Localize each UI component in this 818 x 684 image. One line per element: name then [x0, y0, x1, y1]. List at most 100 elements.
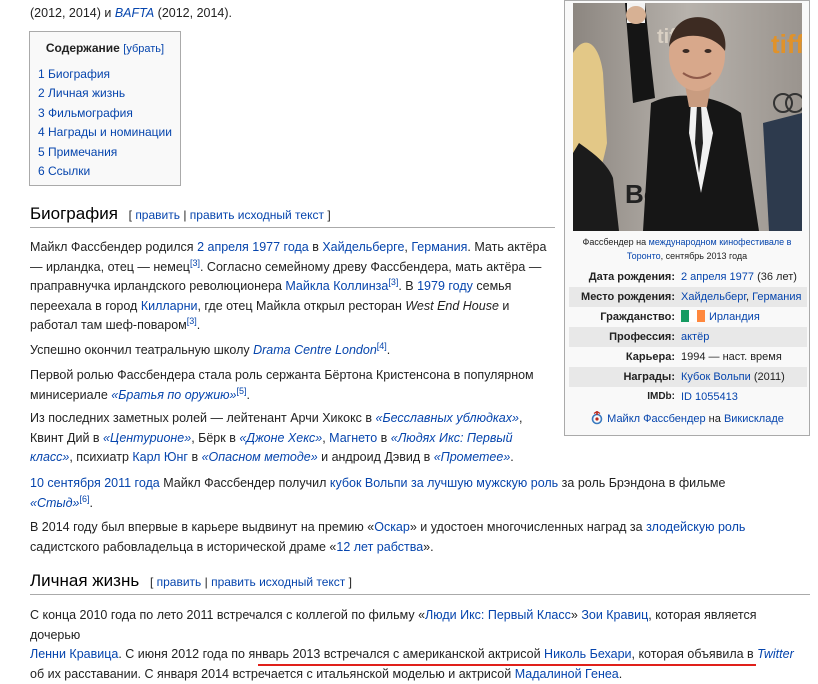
actor-link[interactable]: актёр — [681, 331, 709, 343]
band-of-brothers-link[interactable]: «Братья по оружию» — [111, 388, 236, 402]
toc-item-biography[interactable]: 1 Биография — [38, 65, 172, 84]
infobox-row-birth-place: Место рождения: Хайдельберг, Германия — [569, 287, 807, 307]
jonah-hex-link[interactable]: «Джоне Хекс» — [239, 431, 322, 445]
section-edit-links: [ править | править исходный текст ] — [149, 575, 352, 589]
germany-link[interactable]: Германия — [411, 240, 467, 254]
infobox-row-citizenship: Гражданство: Ирландия — [569, 307, 807, 327]
carl-jung-link[interactable]: Карл Юнг — [132, 450, 188, 464]
toc-hide-toggle[interactable]: [убрать] — [123, 43, 164, 55]
toc-item-notes[interactable]: 5 Примечания — [38, 143, 172, 162]
birth-date-link[interactable]: 2 апреля 1977 — [681, 271, 754, 283]
year-2011-link[interactable]: 2011 года — [104, 476, 160, 490]
michael-collins-link[interactable]: Майкла Коллинза — [285, 279, 388, 293]
killarney-link[interactable]: Килларни — [141, 299, 198, 313]
intro-tail-line: (2012, 2014) и BAFTA (2012, 2014). — [30, 6, 232, 20]
shame-link[interactable]: «Стыд» — [30, 496, 79, 510]
sept-10-link[interactable]: 10 сентября — [30, 476, 101, 490]
villain-role-link[interactable]: злодейскую роль — [646, 520, 745, 534]
oscar-link[interactable]: Оскар — [374, 520, 410, 534]
wikisklad-link[interactable]: Викискладе — [724, 413, 784, 425]
inglourious-basterds-link[interactable]: «Бесславных ублюдках» — [376, 411, 519, 425]
magneto-link[interactable]: Магнето — [329, 431, 377, 445]
biography-paragraph: Из последних заметных ролей — лейтенант … — [30, 411, 523, 465]
zoe-kravitz-link[interactable]: Зои Кравиц — [581, 608, 648, 622]
infobox: tiff. tiff. tiff. Be Фассбендер на между… — [564, 0, 810, 436]
biography-paragraph: Успешно окончил театральную школу Drama … — [30, 340, 391, 357]
biography-paragraph: Первой ролью Фассбендера стала роль серж… — [30, 368, 534, 402]
infobox-label: Профессия: — [569, 327, 679, 347]
lenny-kravitz-link[interactable]: Ленни Кравица — [30, 647, 118, 661]
toc-title: Содержание — [45, 41, 120, 55]
edit-link[interactable]: править — [157, 575, 202, 589]
infobox-label: Гражданство: — [600, 311, 675, 323]
edit-source-link[interactable]: править исходный текст — [211, 575, 345, 589]
commons-person-link[interactable]: Майкл Фассбендер — [607, 413, 705, 425]
birth-year-link[interactable]: 1977 года — [252, 240, 309, 254]
infobox-row-birth-date: Дата рождения: 2 апреля 1977 (36 лет) — [569, 267, 807, 287]
red-underline-annotation — [258, 664, 756, 666]
intro-text: (2012, 2014). — [154, 6, 233, 20]
birth-date-link[interactable]: 2 апреля — [197, 240, 249, 254]
toc-item-filmography[interactable]: 3 Фильмография — [38, 104, 172, 123]
biography-paragraph: Майкл Фассбендер родился 2 апреля 1977 г… — [30, 240, 547, 333]
wikimedia-commons-icon — [591, 410, 603, 425]
toc-item-awards[interactable]: 4 Награды и номинации — [38, 123, 172, 142]
infobox-row-profession: Профессия: актёр — [569, 327, 807, 347]
infobox-value: Хайдельберг, Германия — [679, 287, 807, 307]
infobox-value: 2 апреля 1977 (36 лет) — [681, 271, 797, 283]
edit-source-link[interactable]: править исходный текст — [190, 208, 324, 222]
photo-backdrop-logo: tiff. — [771, 29, 802, 59]
x-men-first-class-link[interactable]: Люди Икс: Первый Класс — [425, 608, 571, 622]
centurion-link[interactable]: «Центурионе» — [103, 431, 191, 445]
nicole-beharie-link[interactable]: Николь Бехари — [544, 647, 631, 661]
ireland-flag-icon — [681, 309, 705, 322]
infobox-value: ID 1055413 — [679, 387, 807, 407]
infobox-value: Ирландия — [679, 307, 807, 327]
year-1979-link[interactable]: 1979 году — [417, 279, 473, 293]
toc-item-links[interactable]: 6 Ссылки — [38, 162, 172, 181]
infobox-label: Дата рождения: — [588, 271, 675, 283]
volpi-cup-link[interactable]: кубок Вольпи за лучшую мужскую роль — [330, 476, 558, 490]
table-of-contents: Содержание [убрать] 1 Биография 2 Личная… — [29, 31, 181, 186]
dangerous-method-link[interactable]: «Опасном методе» — [202, 450, 318, 464]
reference-link[interactable]: [3] — [190, 257, 200, 267]
reference-link[interactable]: [3] — [388, 277, 398, 287]
imdb-id-link[interactable]: ID 1055413 — [681, 391, 738, 403]
infobox-row-awards: Награды: Кубок Вольпи (2011) — [569, 367, 807, 387]
photo-caption: Фассбендер на международном кинофестивал… — [582, 237, 792, 261]
reference-link[interactable]: [5] — [237, 385, 247, 395]
infobox-value: 1994 — наст. время — [681, 351, 782, 363]
biography-paragraph: В 2014 году был впервые в карьере выдвин… — [30, 520, 746, 554]
twelve-years-a-slave-link[interactable]: 12 лет рабства — [336, 540, 423, 554]
reference-link[interactable]: [4] — [377, 341, 387, 351]
section-heading-biography: Биография [ править | править исходный т… — [30, 204, 331, 224]
heading-divider — [30, 227, 555, 228]
section-title: Биография — [30, 204, 118, 223]
section-heading-personal-life: Личная жизнь [ править | править исходны… — [30, 571, 352, 591]
portrait-photo-image: tiff. tiff. tiff. Be — [573, 3, 802, 231]
infobox-label: Карьера: — [625, 351, 675, 363]
heading-divider — [30, 594, 810, 595]
drama-centre-link[interactable]: Drama Centre London — [253, 343, 377, 357]
germany-link[interactable]: Германия — [752, 291, 801, 303]
section-edit-links: [ править | править исходный текст ] — [128, 208, 331, 222]
reference-link[interactable]: [6] — [79, 493, 89, 503]
personal-life-paragraph: С конца 2010 года по лето 2011 встречалс… — [30, 608, 794, 681]
bafta-link[interactable]: BAFTA — [115, 6, 154, 20]
infobox-row-career: Карьера: 1994 — наст. время — [569, 347, 807, 367]
infobox-table: Дата рождения: 2 апреля 1977 (36 лет) Ме… — [569, 267, 807, 407]
edit-link[interactable]: править — [135, 208, 180, 222]
volpi-cup-link[interactable]: Кубок Вольпи — [681, 371, 751, 383]
biography-paragraph: 10 сентября 2011 года Майкл Фассбендер п… — [30, 476, 726, 510]
heidelberg-link[interactable]: Хайдельберг — [681, 291, 746, 303]
toc-item-personal-life[interactable]: 2 Личная жизнь — [38, 84, 172, 103]
portrait-photo[interactable]: tiff. tiff. tiff. Be — [573, 3, 802, 231]
ireland-link[interactable]: Ирландия — [709, 311, 760, 323]
commons-link-row: Майкл Фассбендер на Викискладе — [565, 410, 809, 425]
twitter-link[interactable]: Twitter — [757, 647, 794, 661]
heidelberg-link[interactable]: Хайдельберге — [322, 240, 404, 254]
prometheus-link[interactable]: «Прометее» — [434, 450, 511, 464]
reference-link[interactable]: [3] — [187, 316, 197, 326]
infobox-value: Кубок Вольпи (2011) — [679, 367, 807, 387]
section-title: Личная жизнь — [30, 571, 140, 590]
